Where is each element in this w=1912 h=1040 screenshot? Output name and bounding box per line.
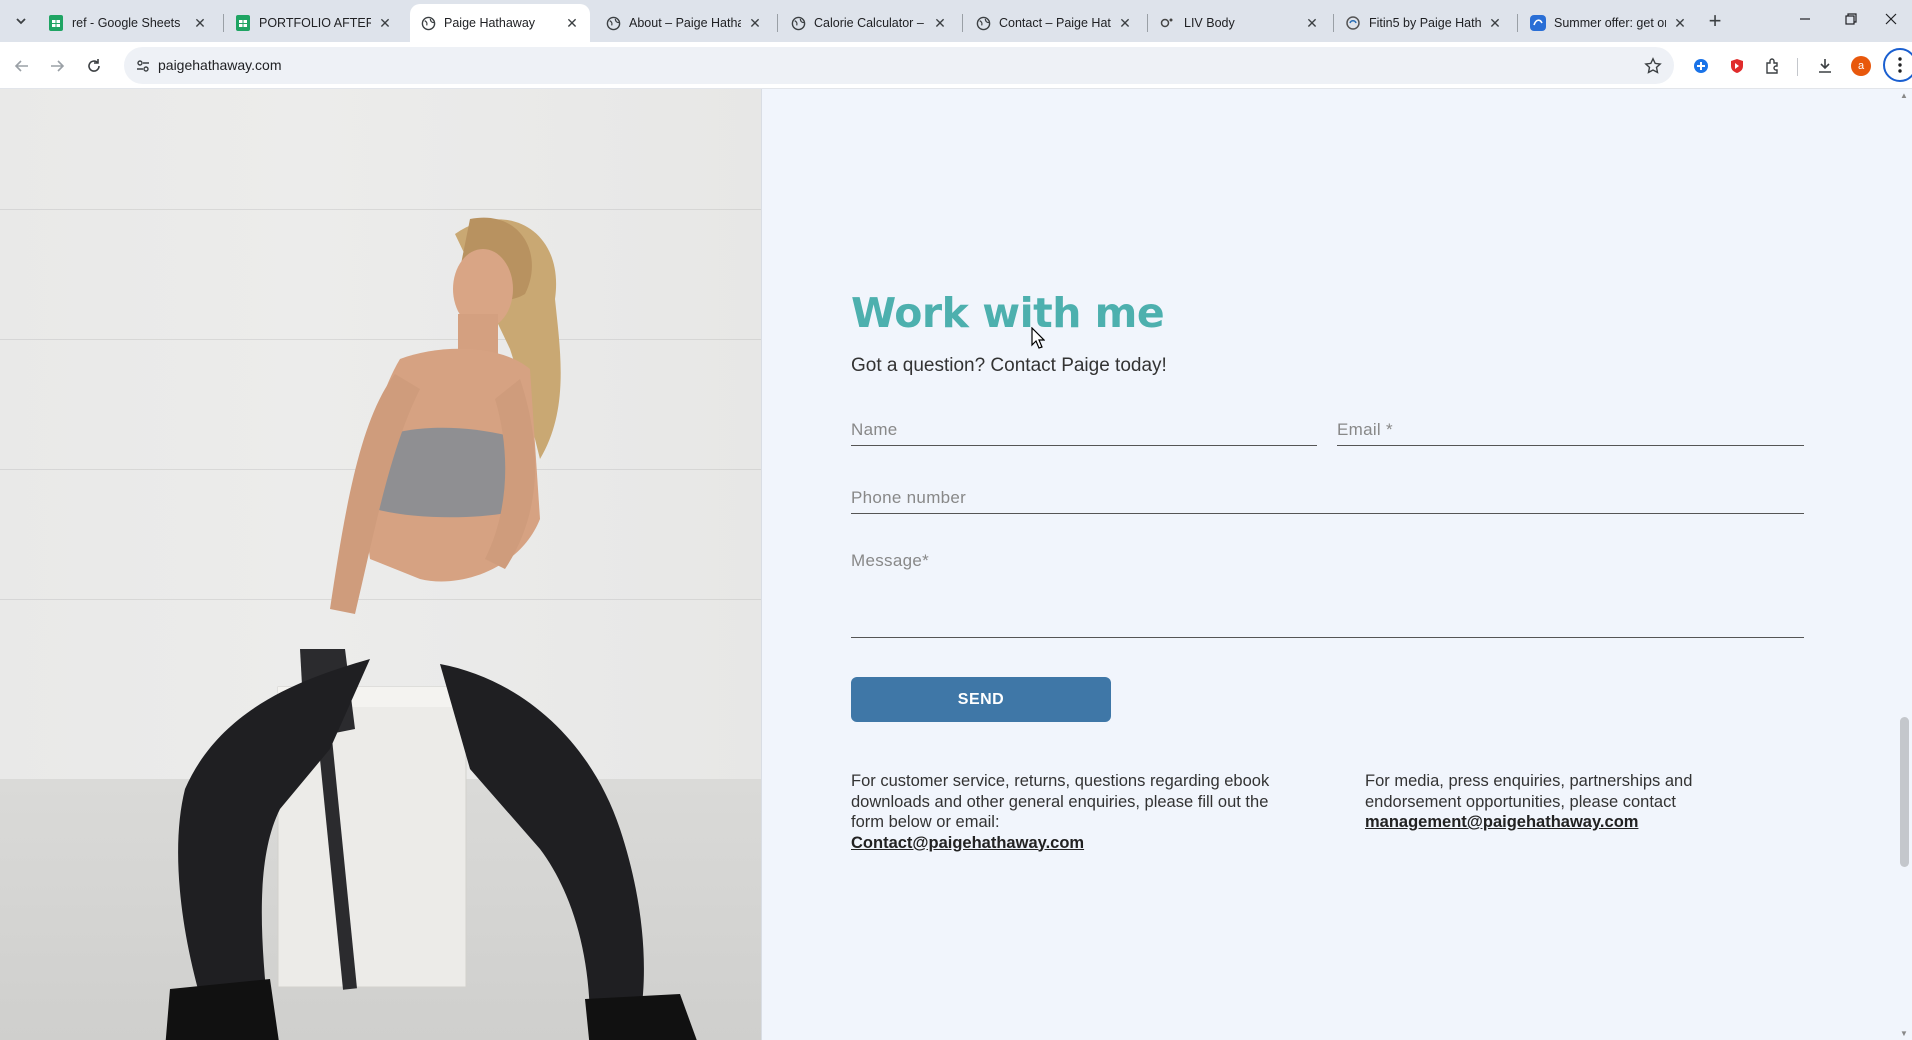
shield-extension-icon[interactable] (1724, 53, 1750, 79)
message-field[interactable] (851, 545, 1804, 638)
tab-separator (1333, 14, 1334, 32)
chevron-down-icon (16, 18, 26, 25)
close-tab-icon[interactable]: ✕ (1672, 15, 1688, 31)
minimize-button[interactable] (1782, 0, 1828, 38)
site-info-icon[interactable] (132, 55, 154, 77)
arrow-right-icon (51, 60, 65, 72)
tab-title: Fitin5 by Paige Hatha (1369, 16, 1481, 30)
media-info: For media, press enquiries, partnerships… (1365, 771, 1755, 833)
tab-separator (1517, 14, 1518, 32)
phone-field[interactable] (851, 477, 1804, 514)
globe-icon (420, 15, 436, 31)
fitness-model-illustration (165, 217, 697, 1040)
profile-avatar[interactable]: a (1848, 53, 1874, 79)
liv-body-icon (1160, 15, 1176, 31)
tab-portfolio[interactable]: PORTFOLIO AFTER SE ✕ (225, 4, 403, 42)
close-tab-icon[interactable]: ✕ (1117, 15, 1133, 31)
close-tab-icon[interactable]: ✕ (747, 15, 763, 31)
phone-input[interactable] (851, 477, 1804, 513)
tab-separator (962, 14, 963, 32)
globe-icon (790, 15, 806, 31)
toolbar-separator (1797, 58, 1798, 76)
close-tab-icon[interactable]: ✕ (564, 15, 580, 31)
tab-ref-google-sheets[interactable]: ref - Google Sheets ✕ (38, 4, 218, 42)
contact-email-link[interactable]: Contact@paigehathaway.com (851, 833, 1291, 854)
message-input[interactable] (851, 545, 1804, 637)
page-scrollbar[interactable]: ▲ ▼ (1897, 89, 1912, 1040)
scroll-down-arrow-icon[interactable]: ▼ (1900, 1029, 1909, 1038)
reload-button[interactable] (80, 52, 108, 80)
url-text[interactable]: paigehathaway.com (158, 57, 281, 73)
name-field[interactable] (851, 409, 1317, 446)
browser-toolbar: paigehathaway.com a (0, 42, 1912, 89)
email-field[interactable] (1337, 409, 1804, 446)
google-sheets-icon (48, 15, 64, 31)
tab-paige-hathaway[interactable]: Paige Hathaway ✕ (410, 4, 590, 42)
globe-icon (975, 15, 991, 31)
globe-icon (605, 15, 621, 31)
customer-service-text: For customer service, returns, questions… (851, 772, 1270, 831)
google-sheets-icon (235, 15, 251, 31)
tab-title: Calorie Calculator – P (814, 16, 926, 30)
page-subtitle: Got a question? Contact Paige today! (851, 355, 1167, 376)
tab-title: PORTFOLIO AFTER SE (259, 16, 371, 30)
forward-button[interactable] (43, 52, 71, 80)
fitin5-icon (1345, 15, 1361, 31)
restore-icon (1845, 13, 1857, 25)
close-tab-icon[interactable]: ✕ (192, 15, 208, 31)
more-vert-icon (1898, 57, 1902, 73)
tab-fitin5[interactable]: Fitin5 by Paige Hatha ✕ (1335, 4, 1513, 42)
mouse-cursor-icon (1031, 327, 1045, 349)
downloads-icon[interactable] (1812, 53, 1838, 79)
scroll-up-arrow-icon[interactable]: ▲ (1900, 91, 1909, 100)
browser-menu-button[interactable] (1883, 48, 1912, 82)
tab-calorie-calculator[interactable]: Calorie Calculator – P ✕ (780, 4, 958, 42)
tab-title: Contact – Paige Hath (999, 16, 1111, 30)
send-button[interactable]: SEND (851, 677, 1111, 722)
scrollbar-thumb[interactable] (1900, 717, 1909, 867)
close-icon (1885, 13, 1897, 25)
page-viewport: Work with me Got a question? Contact Pai… (0, 89, 1912, 1040)
close-tab-icon[interactable]: ✕ (377, 15, 393, 31)
summer-offer-icon (1530, 15, 1546, 31)
profile-initial: a (1851, 56, 1871, 76)
email-input[interactable] (1337, 409, 1804, 445)
address-bar[interactable]: paigehathaway.com (124, 47, 1674, 84)
page-title: Work with me (851, 289, 1165, 337)
reload-icon (88, 59, 100, 72)
extension-icon[interactable] (1688, 53, 1714, 79)
contact-section: Work with me Got a question? Contact Pai… (762, 89, 1912, 1040)
tab-separator (223, 14, 224, 32)
tab-title: ref - Google Sheets (72, 16, 181, 30)
arrow-left-icon (14, 60, 28, 72)
tab-title: Paige Hathaway (444, 16, 536, 30)
close-tab-icon[interactable]: ✕ (1487, 15, 1503, 31)
tab-separator (1147, 14, 1148, 32)
minimize-icon (1800, 18, 1810, 20)
tab-strip: ref - Google Sheets ✕ PORTFOLIO AFTER SE… (0, 0, 1912, 42)
tab-liv-body[interactable]: LIV Body ✕ (1150, 4, 1330, 42)
tab-title: About – Paige Hatha (629, 16, 741, 30)
tab-separator (777, 14, 778, 32)
close-tab-icon[interactable]: ✕ (1304, 15, 1320, 31)
plus-icon: + (1708, 8, 1722, 33)
close-window-button[interactable] (1868, 0, 1912, 38)
tab-contact[interactable]: Contact – Paige Hath ✕ (965, 4, 1143, 42)
hero-photo (0, 89, 761, 1040)
tab-search-button[interactable] (9, 9, 33, 33)
customer-service-info: For customer service, returns, questions… (851, 771, 1291, 853)
media-info-text: For media, press enquiries, partnerships… (1365, 772, 1693, 811)
back-button[interactable] (8, 52, 36, 80)
close-tab-icon[interactable]: ✕ (932, 15, 948, 31)
extensions-puzzle-icon[interactable] (1760, 53, 1786, 79)
tab-about[interactable]: About – Paige Hatha ✕ (595, 4, 773, 42)
bookmark-star-icon[interactable] (1642, 55, 1664, 77)
tab-title: LIV Body (1184, 16, 1235, 30)
name-input[interactable] (851, 409, 1317, 445)
tab-title: Summer offer: get on (1554, 16, 1666, 30)
new-tab-button[interactable]: + (1703, 8, 1727, 33)
management-email-link[interactable]: management@paigehathaway.com (1365, 812, 1755, 833)
tab-summer-offer[interactable]: Summer offer: get on ✕ (1520, 4, 1698, 42)
